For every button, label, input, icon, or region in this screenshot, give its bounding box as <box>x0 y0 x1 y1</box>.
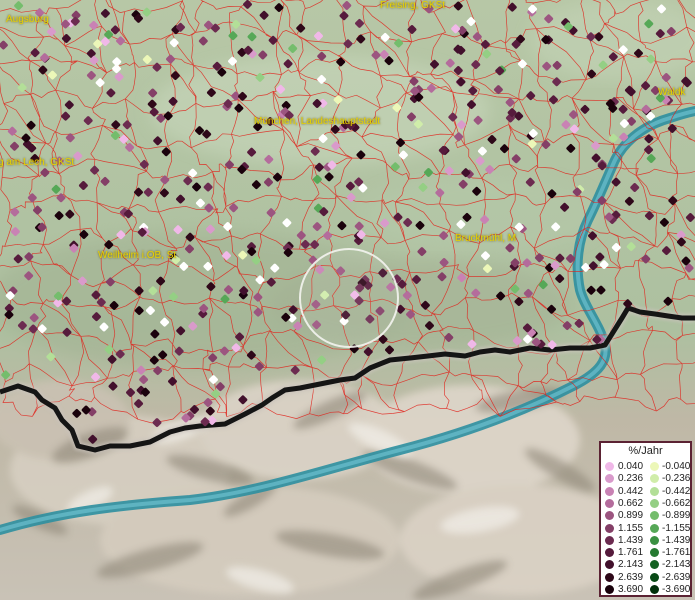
legend-value-negative: -0.442 <box>662 485 691 497</box>
map-canvas[interactable] <box>0 0 695 600</box>
legend-swatch-positive <box>605 462 614 471</box>
legend-value-positive: 2.143 <box>618 559 644 571</box>
legend-swatch-positive <box>605 572 614 582</box>
legend-swatch-positive <box>605 474 614 484</box>
legend-swatch-negative <box>650 511 659 521</box>
legend-value-positive: 1.155 <box>618 522 644 534</box>
place-label-bruckmuehl: Bruckmühl, M <box>455 233 517 244</box>
legend-swatch-positive <box>605 511 614 521</box>
legend-row: 0.442 -0.442 <box>605 486 695 497</box>
legend-swatch-positive <box>605 548 614 558</box>
legend-value-positive: 2.639 <box>618 571 644 583</box>
legend-row: 0.899 -0.899 <box>605 510 695 521</box>
place-label-landsberg: g am Lech, GKSt <box>0 157 75 168</box>
legend-swatch-positive <box>605 498 614 508</box>
legend-row: 0.040 -0.040 <box>605 461 695 472</box>
legend-value-positive: 0.442 <box>618 485 644 497</box>
legend-value-negative: -1.761 <box>662 547 691 559</box>
legend-row: 1.439 -1.439 <box>605 535 695 546</box>
legend-value-positive: 0.662 <box>618 497 644 509</box>
legend-value-positive: 1.761 <box>618 547 644 559</box>
place-label-waldkraiburg: Waldk <box>658 87 686 98</box>
legend-swatch-negative <box>650 572 659 582</box>
legend-value-negative: -1.439 <box>662 534 691 546</box>
legend-row: 0.662 -0.662 <box>605 498 695 509</box>
place-label-freising: Freising, GKSt <box>380 0 446 11</box>
legend-swatch-negative <box>650 474 659 484</box>
legend-swatch-positive <box>605 486 614 496</box>
legend-swatch-negative <box>650 523 659 533</box>
legend-row: 1.155 -1.155 <box>605 523 695 534</box>
legend-value-negative: -1.155 <box>662 522 691 534</box>
legend-value-negative: -0.899 <box>662 510 691 522</box>
legend-swatch-positive <box>605 585 614 594</box>
legend-value-negative: -0.040 <box>662 461 691 472</box>
focus-circle <box>299 248 399 348</box>
legend-swatch-negative <box>650 560 659 570</box>
legend-value-negative: -0.662 <box>662 497 691 509</box>
legend-swatch-negative <box>650 498 659 508</box>
legend-value-negative: -3.690 <box>662 584 691 595</box>
legend-swatch-positive <box>605 560 614 570</box>
legend-value-positive: 1.439 <box>618 534 644 546</box>
legend-row: 2.143 -2.143 <box>605 559 695 570</box>
legend-row: 2.639 -2.639 <box>605 572 695 583</box>
place-label-augsburg: Augsburg <box>6 14 49 25</box>
legend-value-positive: 0.040 <box>618 461 644 472</box>
legend-swatch-negative <box>650 486 659 496</box>
legend-value-positive: 3.690 <box>618 584 644 595</box>
legend-swatch-positive <box>605 523 614 533</box>
legend-value-negative: -2.143 <box>662 559 691 571</box>
legend-swatch-negative <box>650 548 659 558</box>
place-label-weilheim: Weilheim i.OB, St <box>98 250 177 261</box>
legend-swatch-negative <box>650 535 659 545</box>
legend-title: %/Jahr <box>628 445 663 457</box>
legend-swatch-negative <box>650 462 659 471</box>
legend-value-negative: -0.236 <box>662 473 691 485</box>
place-label-muenchen: München, Landeshauptstadt <box>254 116 381 127</box>
legend-swatch-negative <box>650 585 659 594</box>
legend-row: 3.690 -3.690 <box>605 584 695 595</box>
legend-value-positive: 0.899 <box>618 510 644 522</box>
legend-value-positive: 0.236 <box>618 473 644 485</box>
legend-value-negative: -2.639 <box>662 571 691 583</box>
legend-row: 0.236 -0.236 <box>605 473 695 484</box>
legend: %/Jahr 0.040 -0.040 0.236 -0.236 0.442 -0.442… <box>599 441 692 597</box>
legend-swatch-positive <box>605 535 614 545</box>
legend-row: 1.761 -1.761 <box>605 547 695 558</box>
